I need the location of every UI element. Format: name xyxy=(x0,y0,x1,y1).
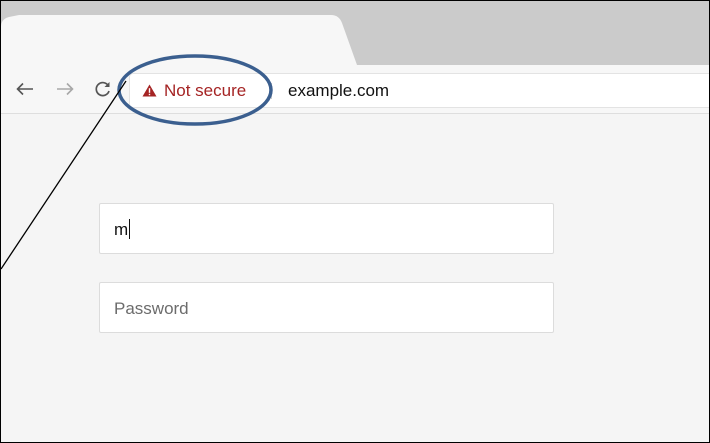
active-tab[interactable] xyxy=(1,1,709,65)
arrow-right-icon xyxy=(57,82,74,96)
password-field[interactable]: Password xyxy=(99,282,554,333)
not-secure-label: Not secure xyxy=(164,80,247,100)
back-button[interactable] xyxy=(15,79,35,99)
forward-button[interactable] xyxy=(55,79,75,99)
warning-triangle-icon xyxy=(142,84,157,97)
browser-window: Not secure example.com m Password xyxy=(0,0,710,443)
toolbar: Not secure example.com xyxy=(1,65,709,114)
tab-strip xyxy=(1,1,709,65)
security-indicator[interactable]: Not secure xyxy=(142,74,246,107)
reload-icon xyxy=(95,81,110,97)
omnibox-divider xyxy=(271,83,272,99)
password-placeholder: Password xyxy=(114,299,189,318)
arrow-left-icon xyxy=(16,82,33,96)
text-caret xyxy=(129,219,131,239)
page-content: m Password xyxy=(1,114,709,442)
username-value: m xyxy=(114,219,131,239)
address-bar[interactable]: Not secure example.com xyxy=(129,73,709,108)
username-field[interactable]: m xyxy=(99,203,554,254)
url-text[interactable]: example.com xyxy=(288,74,389,107)
reload-button[interactable] xyxy=(93,79,113,99)
